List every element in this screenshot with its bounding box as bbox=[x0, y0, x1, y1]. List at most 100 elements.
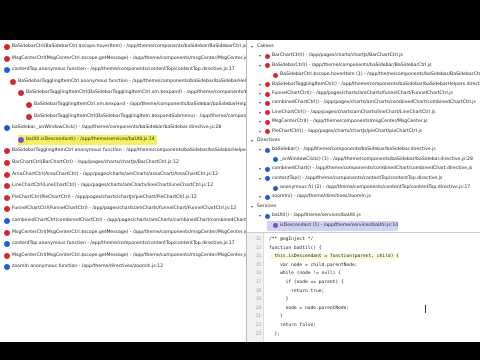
expand-toggle-icon[interactable]: ▾ bbox=[251, 202, 256, 212]
function-icon bbox=[4, 194, 10, 201]
function-icon bbox=[18, 90, 24, 97]
call-list-item[interactable]: baUtil.isDescendant() - /app/theme/servi… bbox=[18, 134, 157, 145]
code-line[interactable]: } bbox=[269, 314, 283, 319]
function-icon bbox=[265, 176, 270, 182]
function-icon bbox=[265, 119, 270, 125]
call-list-item[interactable]: LineChartCtrl(LineChartCtrl) - /app/page… bbox=[4, 181, 213, 191]
expand-toggle-icon[interactable]: ▾ bbox=[251, 136, 256, 146]
call-list-item[interactable]: BaSidebarTogglingItemCtrl(BaSidebarToggl… bbox=[18, 88, 246, 98]
call-list-item[interactable]: BarChartCtrl(BarChartCtrl) - /app/pages/… bbox=[4, 158, 179, 168]
call-list-item[interactable]: MsgCenterCtrl(MsgCenterCtrl.$scope.getMe… bbox=[4, 228, 247, 238]
call-list-item[interactable]: contentTop.anonymous function - /app/the… bbox=[4, 65, 235, 75]
function-icon bbox=[4, 67, 10, 74]
function-icon bbox=[4, 148, 10, 155]
function-icon bbox=[4, 160, 10, 166]
expand-toggle-icon[interactable]: ▾ bbox=[259, 145, 264, 155]
code-line[interactable]: var node = child.parentNode; bbox=[269, 263, 357, 268]
function-icon bbox=[4, 55, 10, 62]
line-number: 14 bbox=[255, 254, 261, 260]
function-icon bbox=[26, 113, 32, 120]
tree-item-label: zoomIn() - /app/theme/directives/zoomIn.… bbox=[272, 194, 371, 200]
expand-toggle-icon[interactable]: ▾ bbox=[259, 211, 264, 221]
code-line[interactable]: return false; bbox=[269, 323, 316, 328]
function-icon bbox=[4, 206, 10, 213]
code-line[interactable]: this.isDescendant = function(parent, chi… bbox=[269, 254, 399, 260]
line-number: 13 bbox=[255, 245, 261, 251]
function-icon bbox=[265, 110, 270, 116]
function-icon bbox=[4, 229, 10, 236]
call-list-item-label: BaSidebarTogglingItemCtrl(BaSidebarToggl… bbox=[26, 90, 246, 96]
call-list-item[interactable]: BaSidebarTogglingItemCtrl.vm.$expand - /… bbox=[26, 100, 246, 110]
call-list-item-label: baUtil.isDescendant() - /app/theme/servi… bbox=[26, 136, 155, 142]
call-list-item[interactable]: BaSidebarTogglingItemCtrl anonymous func… bbox=[4, 146, 246, 156]
expand-toggle-icon[interactable]: ▾ bbox=[259, 61, 264, 71]
function-icon bbox=[265, 166, 270, 172]
tree-item[interactable]: isDescendant (1) - /app/theme/services/b… bbox=[267, 220, 399, 231]
function-icon bbox=[265, 147, 270, 153]
line-number: 21 bbox=[255, 314, 261, 320]
function-icon bbox=[4, 125, 10, 132]
video-letterbox-bottom bbox=[0, 342, 480, 360]
function-icon bbox=[4, 218, 10, 224]
function-icon bbox=[265, 82, 270, 88]
call-list-item[interactable]: BaSidebarCtrl(BaSidebarCtrl.$scope.hover… bbox=[4, 42, 246, 52]
call-list-item-label: baSidebar._onWindowClick() - /app/theme/… bbox=[12, 125, 222, 131]
call-list-item-label: contentTop.anonymous function - /app/the… bbox=[12, 67, 235, 73]
function-icon bbox=[4, 183, 10, 190]
call-list-item[interactable]: FunnelChartCtrl(FunnelChartCtrl) - /app/… bbox=[4, 204, 236, 214]
function-icon bbox=[273, 223, 278, 229]
call-list-item-label: BaSidebarTogglingItemCtrl anonymous func… bbox=[18, 78, 247, 84]
call-list-item[interactable]: baSidebar._onWindowClick() - /app/theme/… bbox=[4, 123, 221, 133]
call-list-item[interactable]: AreaChartCtrl(AreaChartCtrl) - /app/page… bbox=[4, 170, 218, 180]
function-icon bbox=[273, 157, 278, 163]
line-number: 16 bbox=[255, 271, 261, 277]
code-line[interactable]: node = node.parentNode; bbox=[269, 306, 350, 311]
line-number: 23 bbox=[255, 331, 261, 337]
call-list-item[interactable]: MsgCenterCtrl(MsgCenterCtrl.$scope.getMe… bbox=[4, 251, 247, 261]
code-editor[interactable]: 12 13 14 15 16 17 18 19 20 21 22 23 /** @ngInject *… bbox=[247, 232, 480, 343]
call-list-item-label: BarChartCtrl(BarChartCtrl) - /app/pages/… bbox=[12, 160, 179, 165]
function-icon bbox=[26, 102, 32, 108]
line-number: 22 bbox=[255, 323, 261, 328]
expand-toggle-icon[interactable]: ▾ bbox=[251, 42, 256, 52]
function-icon bbox=[18, 136, 24, 143]
code-line[interactable]: while (node != null) { bbox=[269, 271, 341, 276]
code-line[interactable]: } bbox=[269, 297, 289, 302]
code-line[interactable]: }; bbox=[269, 332, 281, 337]
function-icon bbox=[273, 185, 278, 191]
call-list-item-label: BaSidebarCtrl(BaSidebarCtrl.$scope.hover… bbox=[12, 44, 247, 49]
function-icon bbox=[265, 129, 270, 135]
code-line[interactable]: return true; bbox=[269, 289, 324, 294]
call-list-item[interactable]: zoomIn anonymous function - /app/theme/d… bbox=[4, 262, 163, 272]
call-list-item[interactable]: BaSidebarTogglingItemCtrl anonymous func… bbox=[10, 77, 247, 87]
function-icon bbox=[4, 241, 10, 248]
call-list-item[interactable]: PieChartCtrl(PieChartCtrl) - /app/pages/… bbox=[4, 193, 197, 203]
tree-item-label: isDescendant (1) - /app/theme/services/b… bbox=[280, 222, 399, 228]
tree-item[interactable]: ▾ PieChartCtrl() - /app/pages/charts/char… bbox=[259, 127, 422, 137]
line-number: 12 bbox=[255, 237, 261, 242]
expand-toggle-icon[interactable]: ▾ bbox=[259, 174, 264, 184]
call-list-item-label: MsgCenterCtrl(MsgCenterCtrl.$scope.getMe… bbox=[12, 252, 247, 258]
line-number-gutter: 12 13 14 15 16 17 18 19 20 21 22 23 bbox=[247, 233, 264, 343]
function-icon bbox=[265, 91, 270, 97]
code-line[interactable]: if (node == parent) { bbox=[269, 280, 344, 285]
function-icon bbox=[265, 213, 270, 219]
mouse-cursor bbox=[425, 305, 426, 313]
call-list-item[interactable]: combinedChartCtrl(combinedChartCtrl) - /… bbox=[4, 216, 247, 226]
call-list-item[interactable]: contentTop.anonymous function - /app/the… bbox=[4, 239, 235, 249]
line-number: 15 bbox=[255, 262, 261, 268]
call-list-item-label: FunnelChartCtrl(FunnelChartCtrl) - /app/… bbox=[12, 206, 237, 212]
call-hierarchy-list: BaSidebarCtrl(BaSidebarCtrl.$scope.hover… bbox=[0, 40, 247, 342]
video-letterbox-top bbox=[0, 0, 480, 40]
call-list-item-label: BaSidebarTogglingItemCtrl anonymous func… bbox=[12, 148, 246, 154]
call-list-item-label: AreaChartCtrl(AreaChartCtrl) - /app/page… bbox=[12, 171, 219, 177]
code-line[interactable]: function baUtil() { bbox=[269, 246, 322, 251]
call-list-item[interactable]: MsgCenterCtrl(MsgCenterCtrl.$scope.getMe… bbox=[4, 54, 246, 64]
call-list-item-label: zoomIn anonymous function - /app/theme/d… bbox=[12, 264, 164, 270]
code-line[interactable]: /** @ngInject */ bbox=[269, 237, 313, 242]
function-icon bbox=[4, 44, 10, 50]
function-icon bbox=[265, 63, 270, 69]
call-list-item-label: combinedChartCtrl(combinedChartCtrl) - /… bbox=[12, 218, 247, 223]
call-list-item[interactable]: BaSidebarTogglingItemCtrl(BaSidebarToggl… bbox=[26, 112, 246, 122]
call-list-item-label: MsgCenterCtrl(MsgCenterCtrl.$scope.getMe… bbox=[12, 229, 247, 235]
